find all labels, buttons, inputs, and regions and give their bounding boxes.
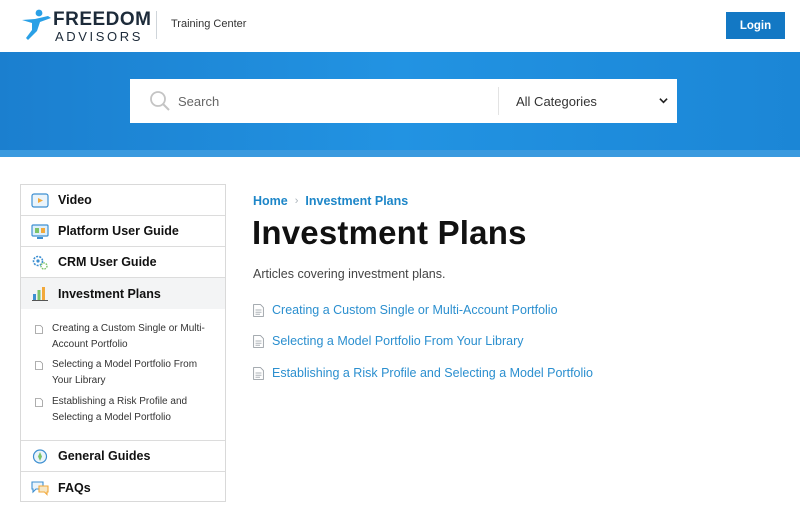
breadcrumb-separator: › <box>294 195 299 207</box>
document-icon <box>35 398 43 407</box>
sidebar-item-label: Platform User Guide <box>58 224 179 238</box>
header-subtitle: Training Center <box>171 18 247 30</box>
site-header: FREEDOM ADVISORS Training Center Login <box>0 0 800 52</box>
breadcrumb-home-link[interactable]: Home <box>253 194 288 208</box>
platform-guide-icon <box>31 224 49 239</box>
subitem-line: Selecting a Model Portfolio From <box>52 359 198 370</box>
category-sidebar: Video Platform User Guide CRM User Guide… <box>20 184 226 502</box>
document-icon <box>253 303 264 317</box>
sidebar-item-video[interactable]: Video <box>21 185 225 216</box>
header-divider <box>156 11 157 39</box>
video-icon <box>31 193 49 208</box>
sidebar-item-general-guides[interactable]: General Guides <box>21 441 225 472</box>
article-link[interactable]: Selecting a Model Portfolio From Your Li… <box>272 334 524 348</box>
brand-subname: ADVISORS <box>55 29 143 44</box>
article-link[interactable]: Establishing a Risk Profile and Selectin… <box>272 366 593 380</box>
login-button[interactable]: Login <box>726 12 785 39</box>
sidebar-item-faqs[interactable]: FAQs <box>21 472 225 503</box>
subitem-line: Selecting a Model Portfolio <box>52 412 171 423</box>
article-link-row[interactable]: Creating a Custom Single or Multi-Accoun… <box>253 301 558 319</box>
sidebar-item-label: General Guides <box>58 449 151 463</box>
crm-gear-icon <box>32 255 48 270</box>
document-icon <box>253 366 264 380</box>
investment-plans-sublist: Creating a Custom Single or Multi- Accou… <box>21 308 225 441</box>
hero-bottom-strip <box>0 150 800 157</box>
search-input[interactable] <box>178 79 496 123</box>
sidebar-item-label: Investment Plans <box>58 286 161 301</box>
sidebar-item-investment-plans[interactable]: Investment Plans <box>21 278 225 309</box>
article-link-row[interactable]: Establishing a Risk Profile and Selectin… <box>253 364 593 382</box>
freedom-advisors-logo[interactable]: FREEDOM ADVISORS <box>20 9 151 44</box>
runner-logo-icon <box>22 9 51 40</box>
breadcrumb: Home › Investment Plans <box>253 194 408 208</box>
article-link[interactable]: Creating a Custom Single or Multi-Accoun… <box>272 303 558 317</box>
sidebar-item-platform-user-guide[interactable]: Platform User Guide <box>21 216 225 247</box>
search-divider <box>498 87 499 115</box>
sidebar-subitem-custom-portfolio[interactable]: Creating a Custom Single or Multi- Accou… <box>35 321 222 353</box>
page-title: Investment Plans <box>252 214 527 251</box>
sidebar-item-label: Video <box>58 193 92 207</box>
general-guides-icon <box>32 449 48 464</box>
article-link-row[interactable]: Selecting a Model Portfolio From Your Li… <box>253 332 524 350</box>
faq-chat-icon <box>31 481 49 496</box>
document-icon <box>35 361 43 370</box>
search-bar: All Categories <box>130 79 677 123</box>
sidebar-subitem-model-portfolio[interactable]: Selecting a Model Portfolio From Your Li… <box>35 357 222 389</box>
document-icon <box>35 325 43 334</box>
sidebar-subitem-risk-profile[interactable]: Establishing a Risk Profile and Selectin… <box>35 394 222 426</box>
brand-name: FREEDOM <box>53 9 152 30</box>
subitem-line: Account Portfolio <box>52 339 128 350</box>
sidebar-item-label: CRM User Guide <box>58 255 157 269</box>
subitem-line: Creating a Custom Single or Multi- <box>52 323 205 334</box>
hero-banner: All Categories <box>0 52 800 156</box>
subitem-line: Your Library <box>52 375 106 386</box>
breadcrumb-current-link[interactable]: Investment Plans <box>305 194 408 208</box>
category-select[interactable]: All Categories <box>516 79 668 123</box>
sidebar-item-crm-user-guide[interactable]: CRM User Guide <box>21 247 225 278</box>
category-selected-value: All Categories <box>516 93 597 109</box>
subitem-line: Establishing a Risk Profile and <box>52 396 188 407</box>
sidebar-item-label: FAQs <box>58 480 91 495</box>
chevron-down-icon <box>659 98 668 104</box>
investment-chart-icon <box>32 287 48 301</box>
page-description: Articles covering investment plans. <box>253 267 446 281</box>
document-icon <box>253 334 264 348</box>
search-icon <box>150 91 170 111</box>
